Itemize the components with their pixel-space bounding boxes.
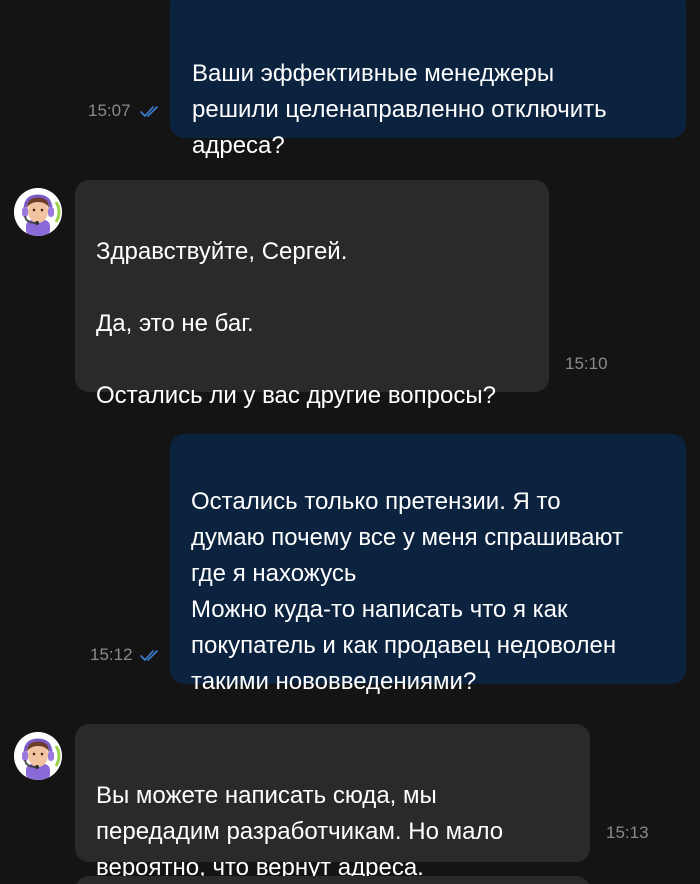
message-time: 15:13	[606, 823, 649, 842]
message-bubble-partial	[75, 876, 590, 884]
message-incoming[interactable]: Здравствуйте, Сергей. Да, это не баг. Ос…	[0, 178, 700, 409]
double-check-icon	[140, 106, 158, 117]
message-bubble: Здравствуйте, Сергей. Да, это не баг. Ос…	[75, 180, 549, 409]
message-text: Ваши эффективные менеджеры решили целена…	[192, 60, 607, 159]
message-time: 15:12	[90, 645, 133, 664]
message-time: 15:10	[565, 354, 608, 373]
message-bubble: Ваши эффективные менеджеры решили целена…	[170, 0, 686, 159]
message-incoming[interactable]: Вы можете написать сюда, мы передадим ра…	[0, 722, 700, 881]
support-agent-avatar-icon	[14, 732, 62, 780]
message-text: Остались только претензии. Я то думаю по…	[191, 488, 623, 695]
message-bubble: Вы можете написать сюда, мы передадим ра…	[75, 724, 590, 881]
support-agent-avatar-icon	[14, 188, 62, 236]
message-bubble: Остались только претензии. Я то думаю по…	[170, 434, 686, 695]
message-text: Здравствуйте, Сергей. Да, это не баг. Ос…	[96, 238, 496, 409]
message-time: 15:07	[88, 101, 131, 120]
message-text: Вы можете написать сюда, мы передадим ра…	[96, 782, 504, 881]
message-outgoing[interactable]: Ваши эффективные менеджеры решили целена…	[0, 0, 700, 159]
message-outgoing[interactable]: Остались только претензии. Я то думаю по…	[0, 434, 700, 695]
double-check-icon	[140, 650, 158, 661]
